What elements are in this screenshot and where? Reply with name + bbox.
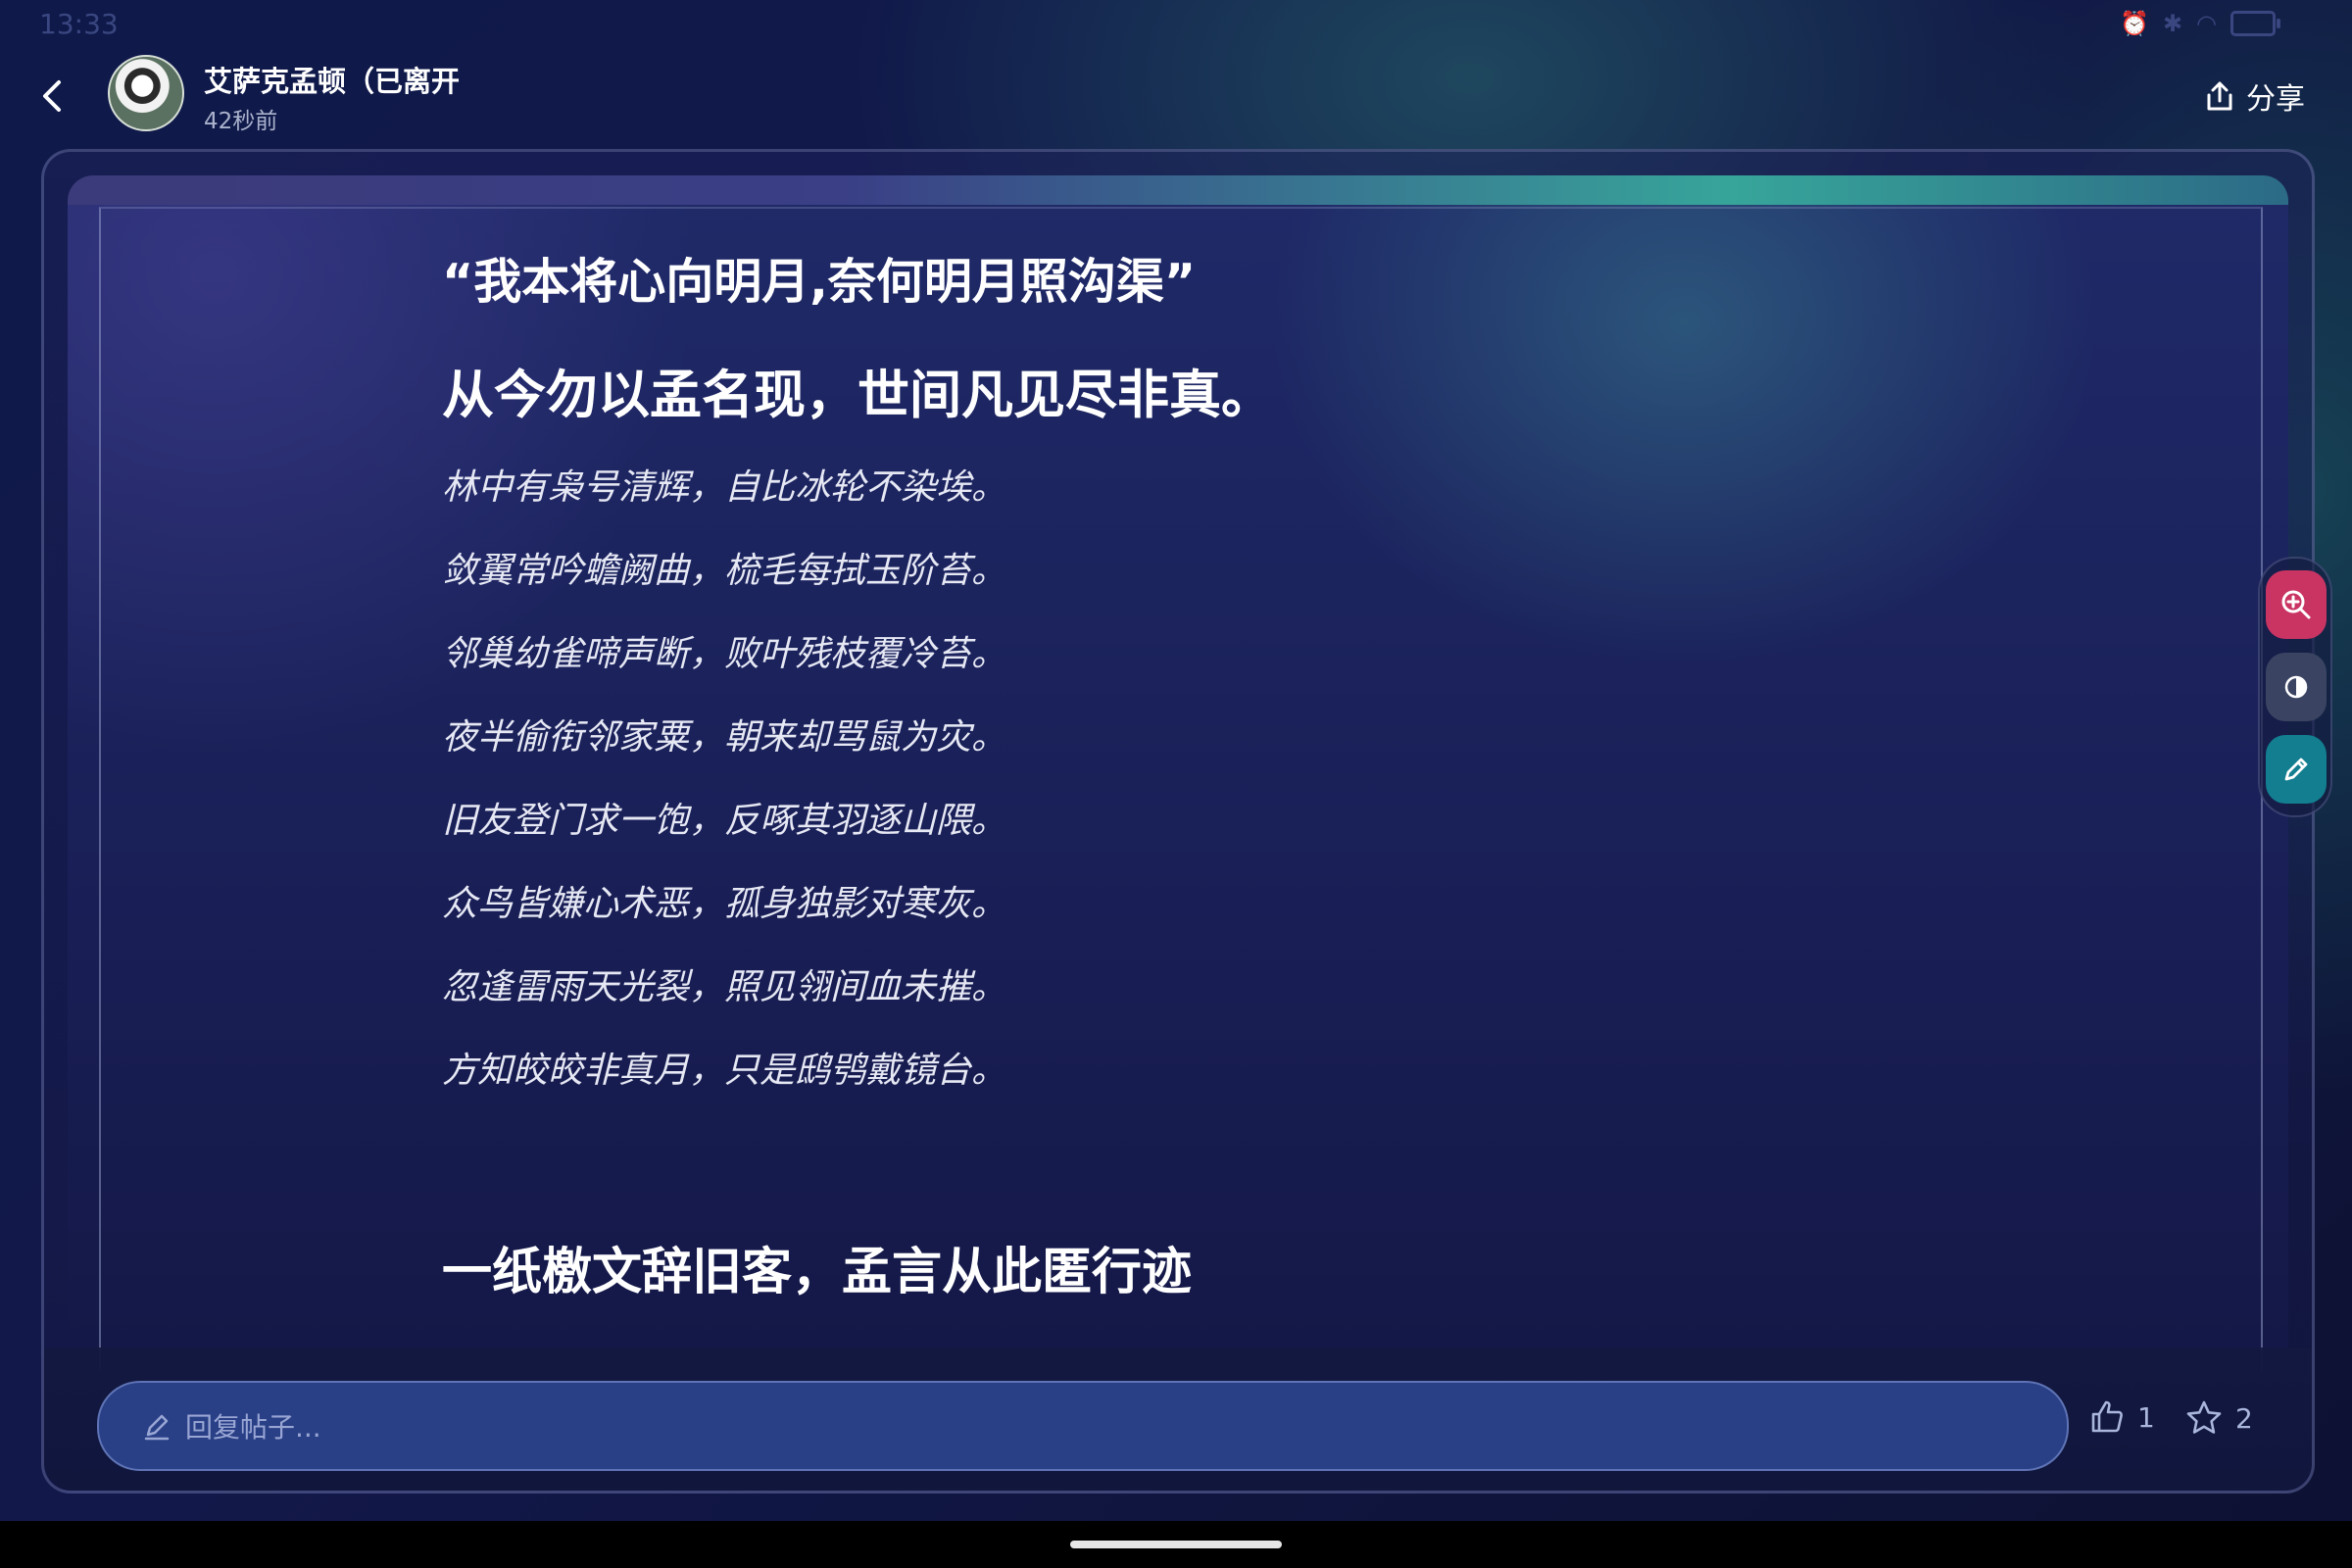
post-document-body: “我本将心向明月,奈何明月照沟渠” 从今勿以孟名现，世间凡见尽非真。 林中有枭号… — [99, 207, 2263, 1371]
contrast-button[interactable] — [2266, 653, 2327, 721]
post-heading: 从今勿以孟名现，世间凡见尽非真。 — [442, 366, 1273, 425]
pencil-icon — [144, 1414, 170, 1441]
like-button[interactable]: 1 — [2088, 1398, 2155, 1436]
verse-line: 方知皎皎非真月，只是鸱鸮戴镜台。 — [442, 1051, 1007, 1091]
home-indicator[interactable] — [1070, 1541, 1282, 1548]
share-button[interactable]: 分享 — [2203, 74, 2305, 118]
verse-list: 林中有枭号清辉，自比冰轮不染埃。 敛翼常吟蟾阙曲，梳毛每拭玉阶苔。 邻巢幼雀啼声… — [442, 466, 1814, 1094]
verse-line: 敛翼常吟蟾阙曲，梳毛每拭玉阶苔。 — [442, 551, 1007, 591]
navigation-area — [0, 1521, 2352, 1568]
post-heading-quote: “我本将心向明月,奈何明月照沟渠” — [442, 254, 1197, 310]
contrast-icon — [2284, 675, 2308, 699]
verse-line: 旧友登门求一饱，反啄其羽逐山隈。 — [442, 801, 1007, 841]
verse-line: 夜半偷衔邻家粟，朝来却骂鼠为灾。 — [442, 717, 1007, 758]
like-count: 1 — [2137, 1400, 2155, 1434]
favorite-button[interactable]: 2 — [2184, 1398, 2253, 1438]
status-time: 13:33 — [39, 8, 119, 40]
pen-icon — [2284, 758, 2308, 781]
post-content: “我本将心向明月,奈何明月照沟渠” 从今勿以孟名现，世间凡见尽非真。 林中有枭号… — [442, 252, 1814, 1301]
post-time: 42秒前 — [204, 109, 278, 134]
share-icon — [2207, 81, 2232, 111]
verse-line: 忽逢雷雨天光裂，照见翎间血未摧。 — [442, 967, 1007, 1007]
post-subheading: 一纸檄文辞旧客，孟言从此匿行迹 — [442, 1244, 1193, 1301]
thumbs-up-icon — [2091, 1400, 2123, 1433]
post-header: 艾萨克孟顿（已离开 42秒前 分享 — [0, 49, 2352, 147]
verse-line: 邻巢幼雀啼声断，败叶残枝覆冷苔。 — [442, 634, 1007, 674]
battery-icon — [2230, 11, 2280, 36]
bluetooth-icon: ✱ — [2162, 10, 2183, 37]
reply-input[interactable]: 回复帖子... — [97, 1381, 2069, 1471]
author-avatar[interactable] — [108, 55, 184, 131]
author-name[interactable]: 艾萨克孟顿（已离开 — [204, 59, 460, 100]
share-label: 分享 — [2246, 82, 2305, 117]
pen-button[interactable] — [2266, 735, 2327, 804]
star-icon — [2186, 1400, 2222, 1434]
back-button[interactable] — [29, 69, 78, 123]
verse-line: 林中有枭号清辉，自比冰轮不染埃。 — [442, 467, 1007, 508]
wifi-icon: ◠ — [2196, 10, 2217, 37]
alarm-icon: ⏰ — [2120, 10, 2149, 37]
post-document: “我本将心向明月,奈何明月照沟渠” 从今勿以孟名现，世间凡见尽非真。 林中有枭号… — [68, 175, 2288, 1371]
reply-bar: 回复帖子... 1 2 — [44, 1348, 2312, 1491]
status-icons: ⏰ ✱ ◠ — [2120, 10, 2280, 37]
floating-toolbar — [2258, 557, 2332, 817]
zoom-in-icon — [2281, 590, 2311, 619]
verse-line: 众鸟皆嫌心术恶，孤身独影对寒灰。 — [442, 884, 1007, 924]
chevron-left-icon — [43, 80, 61, 112]
favorite-count: 2 — [2235, 1401, 2253, 1435]
zoom-in-button[interactable] — [2266, 570, 2327, 639]
reply-placeholder: 回复帖子... — [185, 1411, 321, 1444]
status-bar: 13:33 ⏰ ✱ ◠ — [0, 0, 2352, 49]
post-card: “我本将心向明月,奈何明月照沟渠” 从今勿以孟名现，世间凡见尽非真。 林中有枭号… — [41, 149, 2315, 1494]
